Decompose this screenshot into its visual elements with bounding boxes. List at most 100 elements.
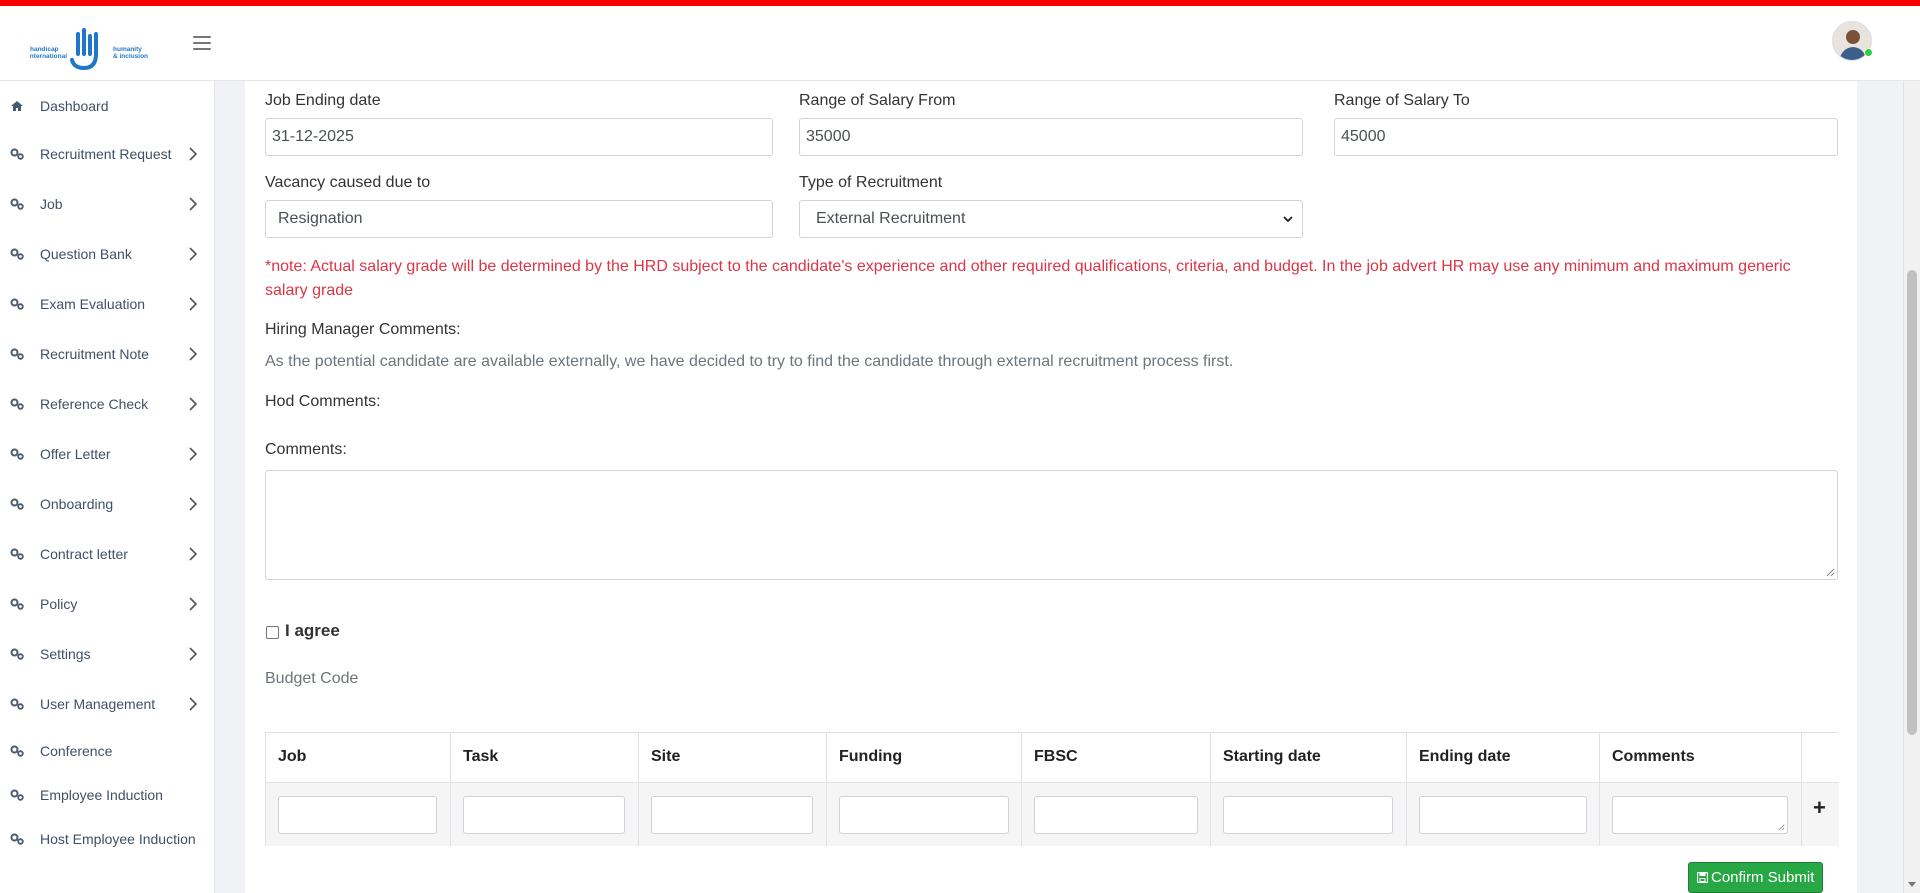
table-header-site: Site xyxy=(639,733,827,783)
starting-date-cell-input[interactable] xyxy=(1223,796,1393,834)
sidebar-item-conference[interactable]: Conference xyxy=(0,736,215,766)
sidebar-item-label: Host Employee Induction xyxy=(40,831,196,847)
cogs-icon xyxy=(10,789,24,801)
chevron-right-icon xyxy=(189,147,198,161)
recruitment-type-label: Type of Recruitment xyxy=(799,174,943,191)
sidebar-item-label: User Management xyxy=(40,696,156,712)
agree-label[interactable]: I agree xyxy=(285,621,340,641)
hiring-manager-comments-label: Hiring Manager Comments: xyxy=(265,321,461,338)
cogs-icon xyxy=(10,548,24,560)
table-header-funding: Funding xyxy=(827,733,1022,783)
sidebar-item-label: Conference xyxy=(40,743,113,759)
sidebar-item-label: Settings xyxy=(40,646,91,662)
sidebar-item-label: Question Bank xyxy=(40,246,132,262)
page-scrollbar[interactable] xyxy=(1903,0,1920,893)
save-icon xyxy=(1697,872,1708,883)
job-ending-date-label: Job Ending date xyxy=(265,92,381,109)
table-row xyxy=(1022,783,1211,846)
sidebar-item-settings[interactable]: Settings xyxy=(0,639,215,669)
menu-toggle-icon[interactable] xyxy=(193,36,211,52)
table-row xyxy=(827,783,1022,846)
svg-text:international: international xyxy=(30,53,67,60)
sidebar-item-offer-letter[interactable]: Offer Letter xyxy=(0,439,215,469)
cogs-icon xyxy=(10,698,24,710)
chevron-down-icon xyxy=(1283,216,1293,223)
sidebar-item-exam-evaluation[interactable]: Exam Evaluation xyxy=(0,289,215,319)
sidebar-item-label: Exam Evaluation xyxy=(40,296,146,312)
salary-from-label: Range of Salary From xyxy=(799,92,956,109)
sidebar-item-recruitment-note[interactable]: Recruitment Note xyxy=(0,339,215,369)
comments-cell-textarea[interactable] xyxy=(1612,796,1788,834)
sidebar-item-onboarding[interactable]: Onboarding xyxy=(0,489,215,519)
svg-text:humanity: humanity xyxy=(113,46,142,53)
online-status-dot xyxy=(1864,48,1873,57)
job-ending-date-input[interactable] xyxy=(265,118,773,156)
sidebar-item-label: Contract letter xyxy=(40,546,128,562)
chevron-right-icon xyxy=(189,247,198,261)
table-row xyxy=(1407,783,1600,846)
budget-code-label: Budget Code xyxy=(265,670,359,687)
table-row xyxy=(639,783,827,846)
sidebar-item-contract-letter[interactable]: Contract letter xyxy=(0,539,215,569)
cogs-icon xyxy=(10,498,24,510)
svg-text:& inclusion: & inclusion xyxy=(113,53,148,60)
cogs-icon xyxy=(10,648,24,660)
sidebar-item-label: Recruitment Note xyxy=(40,346,149,362)
sidebar-item-employee-induction[interactable]: Employee Induction xyxy=(0,780,215,810)
sidebar-item-question-bank[interactable]: Question Bank xyxy=(0,239,215,269)
chevron-right-icon xyxy=(189,297,198,311)
chevron-right-icon xyxy=(189,497,198,511)
salary-from-input[interactable] xyxy=(799,118,1303,156)
cogs-icon xyxy=(10,398,24,410)
sidebar-item-host-employee-induction[interactable]: Host Employee Induction xyxy=(0,824,215,854)
salary-to-input[interactable] xyxy=(1334,118,1838,156)
sidebar-item-recruitment-request[interactable]: Recruitment Request xyxy=(0,139,215,169)
table-header-actions xyxy=(1802,733,1839,783)
hod-comments-label: Hod Comments: xyxy=(265,393,381,410)
hi-logo[interactable]: handicap international humanity & inclus… xyxy=(28,24,155,74)
fbsc-cell-input[interactable] xyxy=(1034,796,1198,834)
recruitment-type-value: External Recruitment xyxy=(816,210,966,227)
scroll-down-icon[interactable] xyxy=(1908,882,1916,887)
cogs-icon xyxy=(10,348,24,360)
agree-checkbox[interactable] xyxy=(266,626,279,639)
ending-date-cell-input[interactable] xyxy=(1419,796,1587,834)
recruitment-type-select[interactable]: External Recruitment xyxy=(799,200,1303,238)
table-header-starting-date: Starting date xyxy=(1211,733,1407,783)
chevron-right-icon xyxy=(189,597,198,611)
confirm-submit-button[interactable]: Confirm Submit xyxy=(1688,862,1823,893)
vacancy-cause-input[interactable] xyxy=(265,200,773,238)
resize-grip-icon[interactable] xyxy=(1825,567,1835,577)
sidebar-item-label: Recruitment Request xyxy=(40,146,172,162)
funding-cell-input[interactable] xyxy=(839,796,1009,834)
cogs-icon xyxy=(10,598,24,610)
chevron-right-icon xyxy=(189,697,198,711)
sidebar-item-job[interactable]: Job xyxy=(0,189,215,219)
cogs-icon xyxy=(10,745,24,757)
sidebar-item-policy[interactable]: Policy xyxy=(0,589,215,619)
cogs-icon xyxy=(10,448,24,460)
add-row-button[interactable]: + xyxy=(1813,795,1826,821)
confirm-submit-label: Confirm Submit xyxy=(1711,869,1815,886)
task-cell-input[interactable] xyxy=(463,796,625,834)
sidebar-item-user-management[interactable]: User Management xyxy=(0,689,215,719)
vacancy-cause-label: Vacancy caused due to xyxy=(265,174,431,191)
chevron-right-icon xyxy=(189,347,198,361)
sidebar-item-reference-check[interactable]: Reference Check xyxy=(0,389,215,419)
site-cell-input[interactable] xyxy=(651,796,813,834)
table-row xyxy=(451,783,639,846)
chevron-right-icon xyxy=(189,397,198,411)
cogs-icon xyxy=(10,833,24,845)
table-row-actions: + xyxy=(1802,783,1839,846)
home-icon xyxy=(11,101,23,111)
sidebar-item-dashboard[interactable]: Dashboard xyxy=(0,91,215,121)
job-cell-input[interactable] xyxy=(278,796,437,834)
comments-textarea[interactable] xyxy=(265,470,1838,580)
table-header-fbsc: FBSC xyxy=(1022,733,1211,783)
cogs-icon xyxy=(10,198,24,210)
scrollbar-thumb[interactable] xyxy=(1907,270,1917,735)
sidebar-item-label: Dashboard xyxy=(40,98,109,114)
svg-text:handicap: handicap xyxy=(30,46,59,53)
cogs-icon xyxy=(10,248,24,260)
resize-grip-icon xyxy=(1778,824,1785,831)
